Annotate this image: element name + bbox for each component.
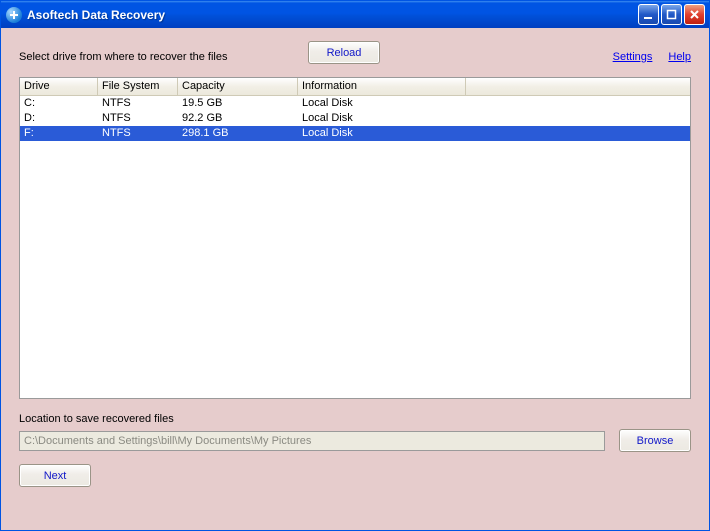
save-location-label: Location to save recovered files <box>19 413 691 425</box>
cell: F: <box>20 126 98 141</box>
grid-body: C:NTFS19.5 GBLocal DiskD:NTFS92.2 GBLoca… <box>20 96 690 141</box>
minimize-icon <box>643 9 654 20</box>
drive-grid[interactable]: Drive File System Capacity Information C… <box>19 77 691 399</box>
col-spacer <box>466 78 690 95</box>
help-link[interactable]: Help <box>668 51 691 63</box>
cell: NTFS <box>98 96 178 111</box>
col-drive[interactable]: Drive <box>20 78 98 95</box>
grid-header: Drive File System Capacity Information <box>20 78 690 96</box>
save-path-input[interactable] <box>19 431 605 451</box>
cell: Local Disk <box>298 126 466 141</box>
reload-button[interactable]: Reload <box>308 41 380 64</box>
cell: Local Disk <box>298 111 466 126</box>
table-row[interactable]: C:NTFS19.5 GBLocal Disk <box>20 96 690 111</box>
app-icon <box>6 7 22 23</box>
next-button[interactable]: Next <box>19 464 91 487</box>
col-capacity[interactable]: Capacity <box>178 78 298 95</box>
cell: 298.1 GB <box>178 126 298 141</box>
save-row: Browse <box>19 429 691 452</box>
browse-button[interactable]: Browse <box>619 429 691 452</box>
client-area: Select drive from where to recover the f… <box>4 31 706 527</box>
cell: D: <box>20 111 98 126</box>
close-button[interactable] <box>684 4 705 25</box>
table-row[interactable]: F:NTFS298.1 GBLocal Disk <box>20 126 690 141</box>
minimize-button[interactable] <box>638 4 659 25</box>
cell: NTFS <box>98 111 178 126</box>
cell: Local Disk <box>298 96 466 111</box>
link-group: Settings Help <box>613 51 691 63</box>
cell: 19.5 GB <box>178 96 298 111</box>
window-controls <box>638 4 705 25</box>
cell: C: <box>20 96 98 111</box>
col-information[interactable]: Information <box>298 78 466 95</box>
bottom-row: Next <box>19 464 691 487</box>
maximize-icon <box>666 9 677 20</box>
close-icon <box>689 9 700 20</box>
window-title: Asoftech Data Recovery <box>27 8 638 22</box>
cell: NTFS <box>98 126 178 141</box>
cell: 92.2 GB <box>178 111 298 126</box>
settings-link[interactable]: Settings <box>613 51 653 63</box>
maximize-button[interactable] <box>661 4 682 25</box>
col-filesystem[interactable]: File System <box>98 78 178 95</box>
titlebar[interactable]: Asoftech Data Recovery <box>1 1 709 28</box>
instruction-text: Select drive from where to recover the f… <box>19 51 227 63</box>
table-row[interactable]: D:NTFS92.2 GBLocal Disk <box>20 111 690 126</box>
app-window: Asoftech Data Recovery Select drive from… <box>0 0 710 531</box>
